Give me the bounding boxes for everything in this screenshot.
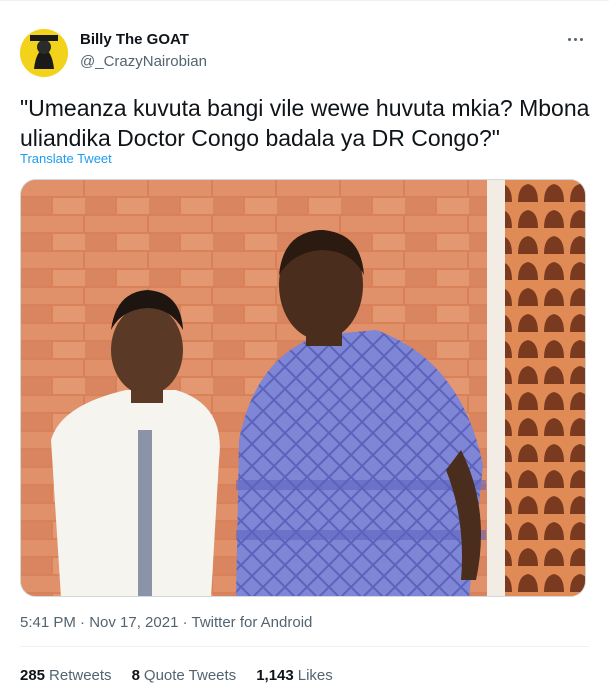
photo-image — [21, 180, 585, 596]
tweet-photo[interactable] — [20, 179, 586, 597]
likes-count: 1,143 — [256, 667, 294, 684]
likes-label: Likes — [297, 667, 333, 684]
quotes-count: 8 — [131, 667, 140, 684]
avatar[interactable] — [20, 29, 68, 77]
tweet-card: Billy The GOAT @_CrazyNairobian "Umeanza… — [0, 0, 609, 699]
quote-tweets-stat[interactable]: 8 Quote Tweets — [132, 667, 237, 684]
retweets-count: 285 — [20, 667, 46, 684]
retweets-label: Retweets — [49, 667, 112, 684]
tweet-timestamp[interactable]: 5:41 PM · Nov 17, 2021 · Twitter for And… — [20, 614, 312, 631]
quotes-label: Quote Tweets — [143, 667, 237, 684]
retweets-stat[interactable]: 285 Retweets — [20, 667, 112, 684]
translate-tweet-link[interactable]: Translate Tweet — [20, 151, 112, 166]
avatar-image — [20, 29, 68, 77]
more-horizontal-icon[interactable] — [563, 29, 587, 49]
engagement-stats: 285 Retweets 8 Quote Tweets 1,143 Likes — [20, 667, 333, 684]
likes-stat[interactable]: 1,143 Likes — [256, 667, 333, 684]
tweet-text: "Umeanza kuvuta bangi vile wewe huvuta m… — [20, 95, 590, 151]
user-handle[interactable]: @_CrazyNairobian — [80, 53, 207, 70]
display-name[interactable]: Billy The GOAT — [80, 31, 189, 48]
divider — [20, 646, 589, 647]
